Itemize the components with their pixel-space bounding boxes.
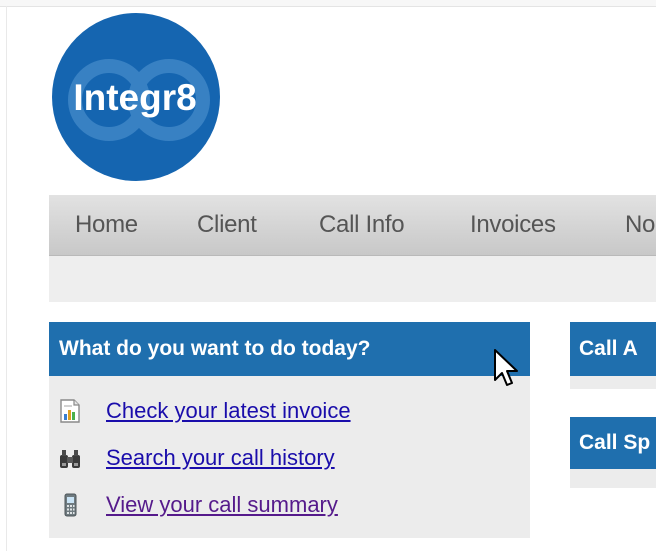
call-spend-panel-body: [570, 469, 656, 488]
main-nav: Home Client Call Info Invoices No: [49, 195, 656, 256]
mouse-pointer-icon: [494, 349, 518, 386]
sub-nav-bar: [49, 256, 656, 302]
nav-item-call-info[interactable]: Call Info: [319, 195, 405, 255]
panel-title: What do you want to do today?: [49, 322, 530, 376]
call-analysis-panel-title: Call A: [570, 322, 656, 376]
top-border: [0, 0, 656, 7]
page: Integr8 Home Client Call Info Invoices N…: [0, 0, 656, 551]
left-border: [6, 6, 7, 551]
logo-text: Integr8: [73, 77, 196, 118]
phone-icon: [64, 493, 77, 517]
invoice-icon: [60, 399, 80, 423]
call-analysis-panel-body: [570, 376, 656, 389]
search-call-history-link[interactable]: Search your call history: [106, 443, 335, 473]
nav-item-home[interactable]: Home: [75, 195, 138, 255]
nav-item-more[interactable]: No: [625, 195, 655, 255]
call-spend-panel-title: Call Sp: [570, 417, 656, 469]
nav-item-invoices[interactable]: Invoices: [470, 195, 556, 255]
check-latest-invoice-link[interactable]: Check your latest invoice: [106, 396, 351, 426]
view-call-summary-link[interactable]: View your call summary: [106, 490, 338, 520]
nav-item-client[interactable]: Client: [197, 195, 257, 255]
integr8-logo[interactable]: Integr8: [51, 12, 221, 182]
binoculars-icon: [60, 450, 80, 468]
